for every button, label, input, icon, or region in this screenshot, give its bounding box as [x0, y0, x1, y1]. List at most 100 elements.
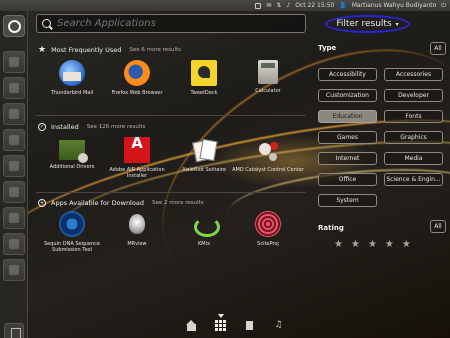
filter-office[interactable]: Office [318, 173, 377, 186]
app-label: AisleRiot Solitaire [182, 167, 226, 173]
app-label: SciteProj [257, 241, 279, 247]
launcher-item-4[interactable] [3, 129, 25, 151]
app-tile[interactable]: Sequin DNA Sequence Submission Tool [36, 211, 108, 253]
adobe-air-icon [124, 137, 150, 163]
section-separator [36, 115, 306, 116]
clock[interactable]: Oct 22 15:50 [295, 0, 334, 11]
filter-science-engineering[interactable]: Science & Engin... [384, 173, 443, 186]
launcher-item-3[interactable] [3, 103, 25, 125]
app-label: Firefox Web Browser [111, 90, 163, 96]
filter-fonts[interactable]: Fonts [384, 110, 443, 123]
app-label: AMD Catalyst Control Center [232, 167, 304, 173]
rating-heading: Rating [318, 224, 344, 232]
filter-education[interactable]: Education [318, 110, 377, 123]
app-label: Calculator [255, 88, 281, 94]
section-header-installed[interactable]: ✓ Installed See 126 more results [38, 123, 145, 131]
filter-developer[interactable]: Developer [384, 89, 443, 102]
filter-customization[interactable]: Customization [318, 89, 377, 102]
app-label: Sequin DNA Sequence Submission Tool [43, 241, 100, 253]
section-header-downloads[interactable]: + Apps Available for Download See 2 more… [38, 199, 204, 207]
section-separator [36, 192, 306, 193]
rating-stars: ★ ★ ★ ★ ★ [334, 240, 411, 250]
see-more-link[interactable]: See 126 more results [87, 124, 146, 130]
launcher-item-8[interactable] [3, 233, 25, 255]
rating-star-4[interactable]: ★ [385, 240, 394, 250]
app-tile[interactable]: Thunderbird Mail [36, 60, 108, 96]
files-lens-icon[interactable] [244, 320, 255, 331]
app-tile[interactable]: AMD Catalyst Control Center [232, 137, 304, 173]
solitaire-icon [191, 137, 217, 163]
app-tile[interactable]: KMix [168, 211, 240, 247]
power-icon[interactable]: ⏻ [441, 0, 446, 11]
filter-results-button[interactable]: Filter results ▾ [325, 15, 410, 33]
rating-all-button[interactable]: All [430, 220, 446, 233]
filter-system[interactable]: System [318, 194, 377, 207]
lens-bar: ♫ [186, 314, 284, 331]
filter-internet[interactable]: Internet [318, 152, 377, 165]
launcher-item-9[interactable] [3, 259, 25, 281]
app-label: Additional Drivers [49, 164, 95, 170]
music-lens-icon[interactable]: ♫ [273, 320, 284, 331]
filter-accessories[interactable]: Accessories [384, 68, 443, 81]
filter-games[interactable]: Games [318, 131, 377, 144]
app-tile[interactable]: Adobe AIR Application Installer [101, 137, 173, 179]
check-icon: ✓ [38, 123, 46, 131]
filter-graphics[interactable]: Graphics [384, 131, 443, 144]
ubuntu-logo-icon [7, 19, 21, 33]
firefox-icon [124, 60, 150, 86]
filter-media[interactable]: Media [384, 152, 443, 165]
mail-icon[interactable]: ✉ [266, 0, 271, 11]
chevron-down-icon: ▾ [395, 20, 399, 28]
see-more-link[interactable]: See 2 more results [152, 200, 204, 206]
kmix-icon [191, 211, 220, 237]
mrview-icon [124, 211, 150, 237]
window-icon[interactable] [255, 2, 262, 9]
thunderbird-icon [59, 60, 85, 86]
user-name[interactable]: Martianus Wahyu Budiyanto [352, 0, 436, 11]
star-icon: ★ [38, 45, 47, 55]
home-lens-icon[interactable] [186, 320, 197, 331]
rating-star-2[interactable]: ★ [351, 240, 360, 250]
app-tile[interactable]: Additional Drivers [36, 137, 108, 170]
network-icon[interactable]: ⇅ [276, 0, 281, 11]
rating-star-5[interactable]: ★ [402, 240, 411, 250]
drivers-icon [59, 140, 88, 163]
launcher-item-2[interactable] [3, 77, 25, 99]
search-icon [42, 19, 51, 28]
volume-icon[interactable]: ♪ [286, 0, 290, 11]
app-tile[interactable]: Calculator [232, 60, 304, 94]
launcher-item-7[interactable] [3, 207, 25, 229]
active-lens-indicator [218, 314, 224, 318]
search-box[interactable] [36, 14, 306, 33]
filter-accessibility[interactable]: Accessibility [318, 68, 377, 81]
section-title: Apps Available for Download [51, 199, 144, 207]
launcher-item-6[interactable] [3, 181, 25, 203]
user-icon: 👤 [339, 2, 347, 9]
app-tile[interactable]: SciteProj [232, 211, 304, 247]
app-label: Thunderbird Mail [50, 90, 94, 96]
rating-star-3[interactable]: ★ [368, 240, 377, 250]
dash-home-button[interactable] [3, 15, 25, 37]
sequin-icon [59, 211, 85, 237]
sciteproj-icon [255, 211, 281, 237]
app-tile[interactable]: Firefox Web Browser [101, 60, 173, 96]
filter-results-label: Filter results [336, 19, 392, 29]
type-all-button[interactable]: All [430, 42, 446, 55]
section-header-most-used[interactable]: ★ Most Frequently Used See 6 more result… [38, 45, 181, 55]
search-input[interactable] [57, 18, 297, 29]
launcher-item-5[interactable] [3, 155, 25, 177]
amd-catalyst-icon [255, 137, 281, 163]
trash-icon[interactable] [4, 323, 24, 338]
rating-star-1[interactable]: ★ [334, 240, 343, 250]
launcher-item-1[interactable] [3, 51, 25, 73]
calculator-icon [258, 60, 278, 84]
download-icon: + [38, 199, 46, 207]
see-more-link[interactable]: See 6 more results [129, 47, 181, 53]
app-tile[interactable]: TweetDeck [168, 60, 240, 96]
launcher [0, 11, 28, 338]
type-heading: Type [318, 44, 337, 52]
app-tile[interactable]: AisleRiot Solitaire [168, 137, 240, 173]
app-label: MRview [127, 241, 147, 247]
applications-lens-icon[interactable] [215, 314, 226, 331]
app-tile[interactable]: MRview [101, 211, 173, 247]
